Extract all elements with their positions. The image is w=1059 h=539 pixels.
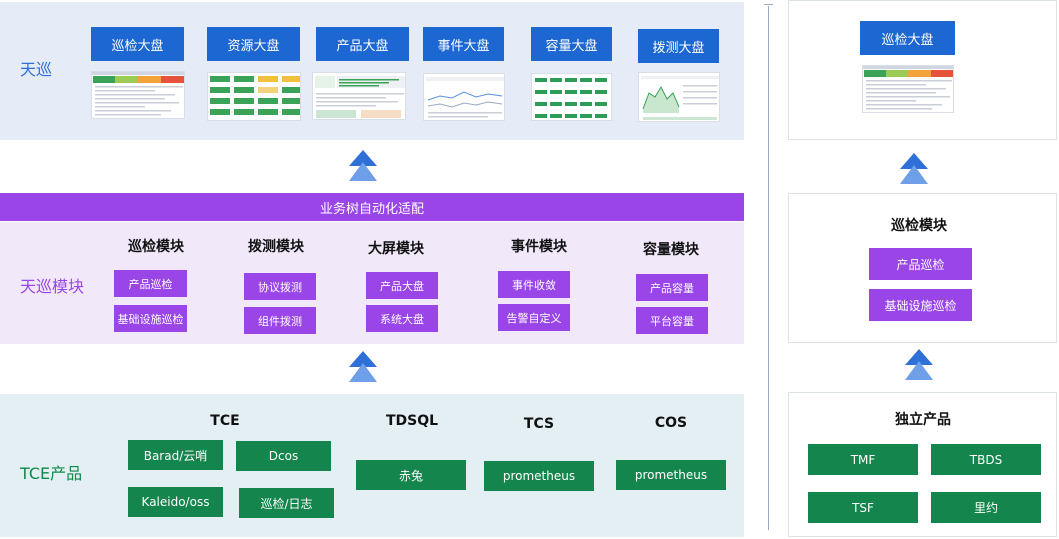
vertical-divider xyxy=(768,6,769,530)
arrow-up-icon xyxy=(348,351,378,383)
module-item-platform-capacity[interactable]: 平台容量 xyxy=(636,307,708,334)
capacity-dashboard-preview xyxy=(531,73,612,121)
right-module-item-product-inspection[interactable]: 产品巡检 xyxy=(869,248,972,280)
module-title-capacity: 容量模块 xyxy=(643,242,699,258)
resource-dashboard-preview xyxy=(207,72,301,121)
module-item-system-dashboard[interactable]: 系统大盘 xyxy=(366,305,438,332)
module-title-inspection: 巡检模块 xyxy=(128,239,184,255)
product-tsf[interactable]: TSF xyxy=(808,492,918,523)
tech-title-cos: COS xyxy=(654,415,688,431)
inspection-dashboard-preview xyxy=(91,71,185,119)
right-module-title: 巡检模块 xyxy=(891,218,947,234)
module-item-infra-inspection[interactable]: 基础设施巡检 xyxy=(114,305,187,332)
module-item-event-convergence[interactable]: 事件收敛 xyxy=(498,271,570,298)
dashboard-button-event[interactable]: 事件大盘 xyxy=(423,27,504,61)
dashboard-button-product[interactable]: 产品大盘 xyxy=(316,27,409,61)
dashboard-button-probe[interactable]: 拨测大盘 xyxy=(638,29,719,63)
tech-title-tce: TCE xyxy=(210,413,240,429)
tech-item-dcos[interactable]: Dcos xyxy=(236,441,331,471)
arrow-up-icon xyxy=(348,150,378,182)
tech-item-kaleido[interactable]: Kaleido/oss xyxy=(128,487,223,517)
layer-label-tianxun: 天巡 xyxy=(20,60,53,79)
module-title-screen: 大屏模块 xyxy=(368,241,424,257)
product-dashboard-preview xyxy=(312,72,406,120)
tech-title-tcs: TCS xyxy=(523,416,555,432)
right-inspection-dashboard-preview xyxy=(862,65,954,113)
product-tmf[interactable]: TMF xyxy=(808,444,918,475)
right-module-item-infra-inspection[interactable]: 基础设施巡检 xyxy=(869,289,972,321)
dashboard-button-capacity[interactable]: 容量大盘 xyxy=(531,27,612,61)
tech-title-tdsql: TDSQL xyxy=(385,413,439,429)
product-liyue[interactable]: 里约 xyxy=(931,492,1041,523)
right-product-title: 独立产品 xyxy=(895,412,951,428)
tech-item-barad[interactable]: Barad/云哨 xyxy=(128,440,223,470)
module-item-custom-alert[interactable]: 告警自定义 xyxy=(498,304,570,331)
dashboard-button-inspection[interactable]: 巡检大盘 xyxy=(91,27,184,61)
layer-label-tce-products: TCE产品 xyxy=(20,464,83,483)
arrow-up-icon xyxy=(904,349,934,381)
right-dashboard-button-inspection[interactable]: 巡检大盘 xyxy=(860,21,955,55)
module-item-component-probe[interactable]: 组件拨测 xyxy=(244,307,316,334)
module-item-product-dashboard[interactable]: 产品大盘 xyxy=(366,272,438,299)
module-title-probe: 拨测模块 xyxy=(248,239,304,255)
tech-item-cos-prometheus[interactable]: prometheus xyxy=(616,460,726,490)
adapter-bar: 业务树自动化适配 xyxy=(0,193,744,221)
arrow-up-icon xyxy=(899,153,929,185)
module-item-product-inspection[interactable]: 产品巡检 xyxy=(114,270,187,297)
product-tbds[interactable]: TBDS xyxy=(931,444,1041,475)
layer-label-modules: 天巡模块 xyxy=(20,277,85,296)
tech-item-tcs-prometheus[interactable]: prometheus xyxy=(484,461,594,491)
module-title-event: 事件模块 xyxy=(511,239,567,255)
module-item-protocol-probe[interactable]: 协议拨测 xyxy=(244,273,316,300)
tech-item-inspection-log[interactable]: 巡检/日志 xyxy=(239,488,334,518)
probe-dashboard-preview xyxy=(638,72,720,122)
event-dashboard-preview xyxy=(423,73,505,121)
module-item-product-capacity[interactable]: 产品容量 xyxy=(636,274,708,301)
divider-cap xyxy=(764,4,773,5)
dashboard-button-resource[interactable]: 资源大盘 xyxy=(207,27,300,61)
tech-item-chitu[interactable]: 赤兔 xyxy=(356,460,466,490)
